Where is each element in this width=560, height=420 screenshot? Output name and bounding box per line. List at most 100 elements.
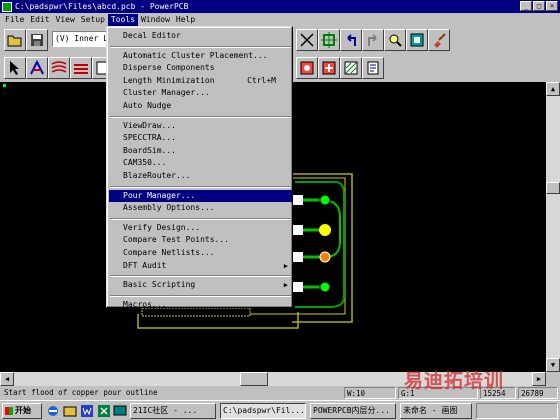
- windows-logo-icon: [5, 406, 13, 415]
- task-button-2[interactable]: C:\padspwr\Fil...: [220, 403, 306, 419]
- menu-item-label: Macros...: [123, 299, 167, 309]
- menu-item-cluster-manager[interactable]: Cluster Manager...: [109, 87, 292, 99]
- design-toolbar-icon[interactable]: [26, 57, 48, 79]
- menu-item-viewdraw[interactable]: ViewDraw...: [109, 120, 292, 132]
- scroll-up-icon[interactable]: ▲: [546, 82, 560, 96]
- quicklaunch-word-icon[interactable]: [79, 403, 95, 419]
- menu-item-specctra[interactable]: SPECCTRA...: [109, 132, 292, 144]
- hatch-icon[interactable]: [340, 57, 362, 79]
- submenu-arrow-icon: ▶: [283, 261, 288, 270]
- undo-icon[interactable]: [340, 29, 362, 51]
- menu-item-blazerouter[interactable]: BlazeRouter...: [109, 170, 292, 182]
- menu-item-label: Assembly Options...: [123, 203, 215, 213]
- taskbar: 开始 21IC社区 - ... C:\padspwr\Fil... POWERP…: [0, 400, 560, 420]
- menu-item-label: Compare Netlists...: [123, 248, 215, 257]
- menu-item-disperse-components[interactable]: Disperse Components: [109, 62, 292, 74]
- menu-tools[interactable]: Tools: [107, 13, 138, 26]
- menu-item-automatic-cluster-placement[interactable]: Automatic Cluster Placement...: [109, 50, 292, 62]
- menu-item-assembly-options[interactable]: Assembly Options...: [109, 202, 292, 214]
- quicklaunch-excel-icon[interactable]: [96, 403, 112, 419]
- menu-item-label: Verify Design...: [123, 222, 201, 232]
- menu-item-label: ViewDraw...: [123, 120, 176, 130]
- properties-icon[interactable]: [406, 29, 428, 51]
- menu-item-decal-editor[interactable]: Decal Editor: [109, 30, 292, 42]
- menu-item-cam350[interactable]: CAM350...: [109, 157, 292, 169]
- menu-item-compare-netlists[interactable]: Compare Netlists...: [109, 247, 292, 259]
- report-icon[interactable]: [362, 57, 384, 79]
- menu-item-boardsim[interactable]: BoardSim...: [109, 145, 292, 157]
- via-3: [319, 251, 331, 263]
- layer-select[interactable]: (V) Inner Lay: [52, 31, 108, 47]
- grid-icon[interactable]: [318, 29, 340, 51]
- task-button-3[interactable]: POWERPCB内层分...: [310, 403, 396, 419]
- menu-item-label: BoardSim...: [123, 145, 176, 155]
- menu-item-label: Cluster Manager...: [123, 88, 210, 98]
- status-width: W:10: [344, 387, 396, 399]
- menu-item-label: BlazeRouter...: [123, 171, 191, 180]
- brush-icon[interactable]: [428, 29, 450, 51]
- menu-item-label: CAM350...: [123, 158, 167, 168]
- via-1: [319, 194, 331, 206]
- menu-item-pour-manager[interactable]: Pour Manager...: [109, 189, 292, 202]
- menu-item-verify-design[interactable]: Verify Design...: [109, 222, 292, 234]
- menu-help[interactable]: Help: [173, 14, 198, 26]
- route-toolbar-icon[interactable]: [70, 57, 92, 79]
- select-arrow-icon[interactable]: [4, 57, 26, 79]
- pad-4: [293, 282, 303, 292]
- menu-item-label: Decal Editor: [123, 31, 181, 40]
- vertical-scrollbar[interactable]: ▲ ▼: [546, 82, 560, 372]
- menu-edit[interactable]: Edit: [27, 14, 52, 26]
- quicklaunch-explorer-icon[interactable]: [62, 403, 78, 419]
- start-label: 开始: [15, 406, 31, 415]
- menu-separator: [110, 275, 291, 278]
- menu-item-length-minimization[interactable]: Length Minimization Ctrl+M: [109, 75, 292, 87]
- menu-separator: [110, 185, 291, 188]
- via-4: [319, 281, 331, 293]
- quicklaunch-ie-icon[interactable]: [45, 403, 61, 419]
- task-button-4[interactable]: 未命名 - 画图: [400, 403, 472, 419]
- scroll-left-icon[interactable]: ◀: [0, 372, 14, 386]
- origin-marker: [3, 84, 6, 87]
- menu-item-label: Auto Nudge: [123, 101, 172, 110]
- menu-item-auto-nudge[interactable]: Auto Nudge: [109, 100, 292, 112]
- menu-item-label: Disperse Components: [123, 63, 215, 73]
- menu-item-label: SPECCTRA...: [123, 133, 176, 143]
- watermark: 易迪拓培训: [404, 366, 558, 400]
- menu-item-compare-test-points[interactable]: Compare Test Points...: [109, 234, 292, 246]
- menu-view[interactable]: View: [53, 14, 78, 26]
- quicklaunch-desktop-icon[interactable]: [112, 403, 128, 419]
- start-button[interactable]: 开始: [2, 403, 42, 419]
- minimize-button[interactable]: _: [520, 1, 532, 11]
- menu-window[interactable]: Window: [138, 14, 173, 26]
- submenu-arrow-icon: ▶: [283, 281, 288, 290]
- menu-setup[interactable]: Setup: [78, 14, 108, 26]
- app-icon[interactable]: [2, 1, 12, 12]
- redo-icon[interactable]: [362, 29, 384, 51]
- title-bar[interactable]: C:\padspwr\Files\abcd.pcb - PowerPCB _ □…: [0, 0, 560, 13]
- task-button-1[interactable]: 21IC社区 - ...: [130, 403, 216, 419]
- menu-bar: File Edit View Setup Tools Window Help: [0, 13, 560, 26]
- menu-item-basic-scripting[interactable]: Basic Scripting ▶: [109, 279, 292, 291]
- watermark-text: 易迪拓培训: [404, 370, 505, 392]
- menu-item-macros[interactable]: Macros...: [109, 299, 292, 311]
- pour-icon[interactable]: [296, 57, 318, 79]
- drafting-toolbar-icon[interactable]: [48, 57, 70, 79]
- pad-2: [293, 225, 303, 235]
- menu-file[interactable]: File: [2, 14, 27, 26]
- hscroll-thumb[interactable]: [240, 372, 268, 386]
- route-icon[interactable]: [296, 29, 318, 51]
- maximize-button[interactable]: □: [533, 1, 545, 11]
- vscroll-thumb[interactable]: [546, 182, 560, 194]
- menu-separator: [110, 294, 291, 297]
- menu-separator: [110, 45, 291, 48]
- close-button[interactable]: ×: [546, 1, 558, 11]
- menu-item-label: Compare Test Points...: [123, 235, 229, 245]
- menu-item-dft-audit[interactable]: DFT Audit ▶: [109, 260, 292, 272]
- menu-item-label: Automatic Cluster Placement...: [123, 50, 268, 60]
- flood-icon[interactable]: [318, 57, 340, 79]
- menu-separator: [110, 217, 291, 220]
- system-tray: [476, 403, 558, 419]
- zoom-icon[interactable]: [384, 29, 406, 51]
- open-folder-icon[interactable]: [4, 29, 26, 51]
- save-icon[interactable]: [26, 29, 48, 51]
